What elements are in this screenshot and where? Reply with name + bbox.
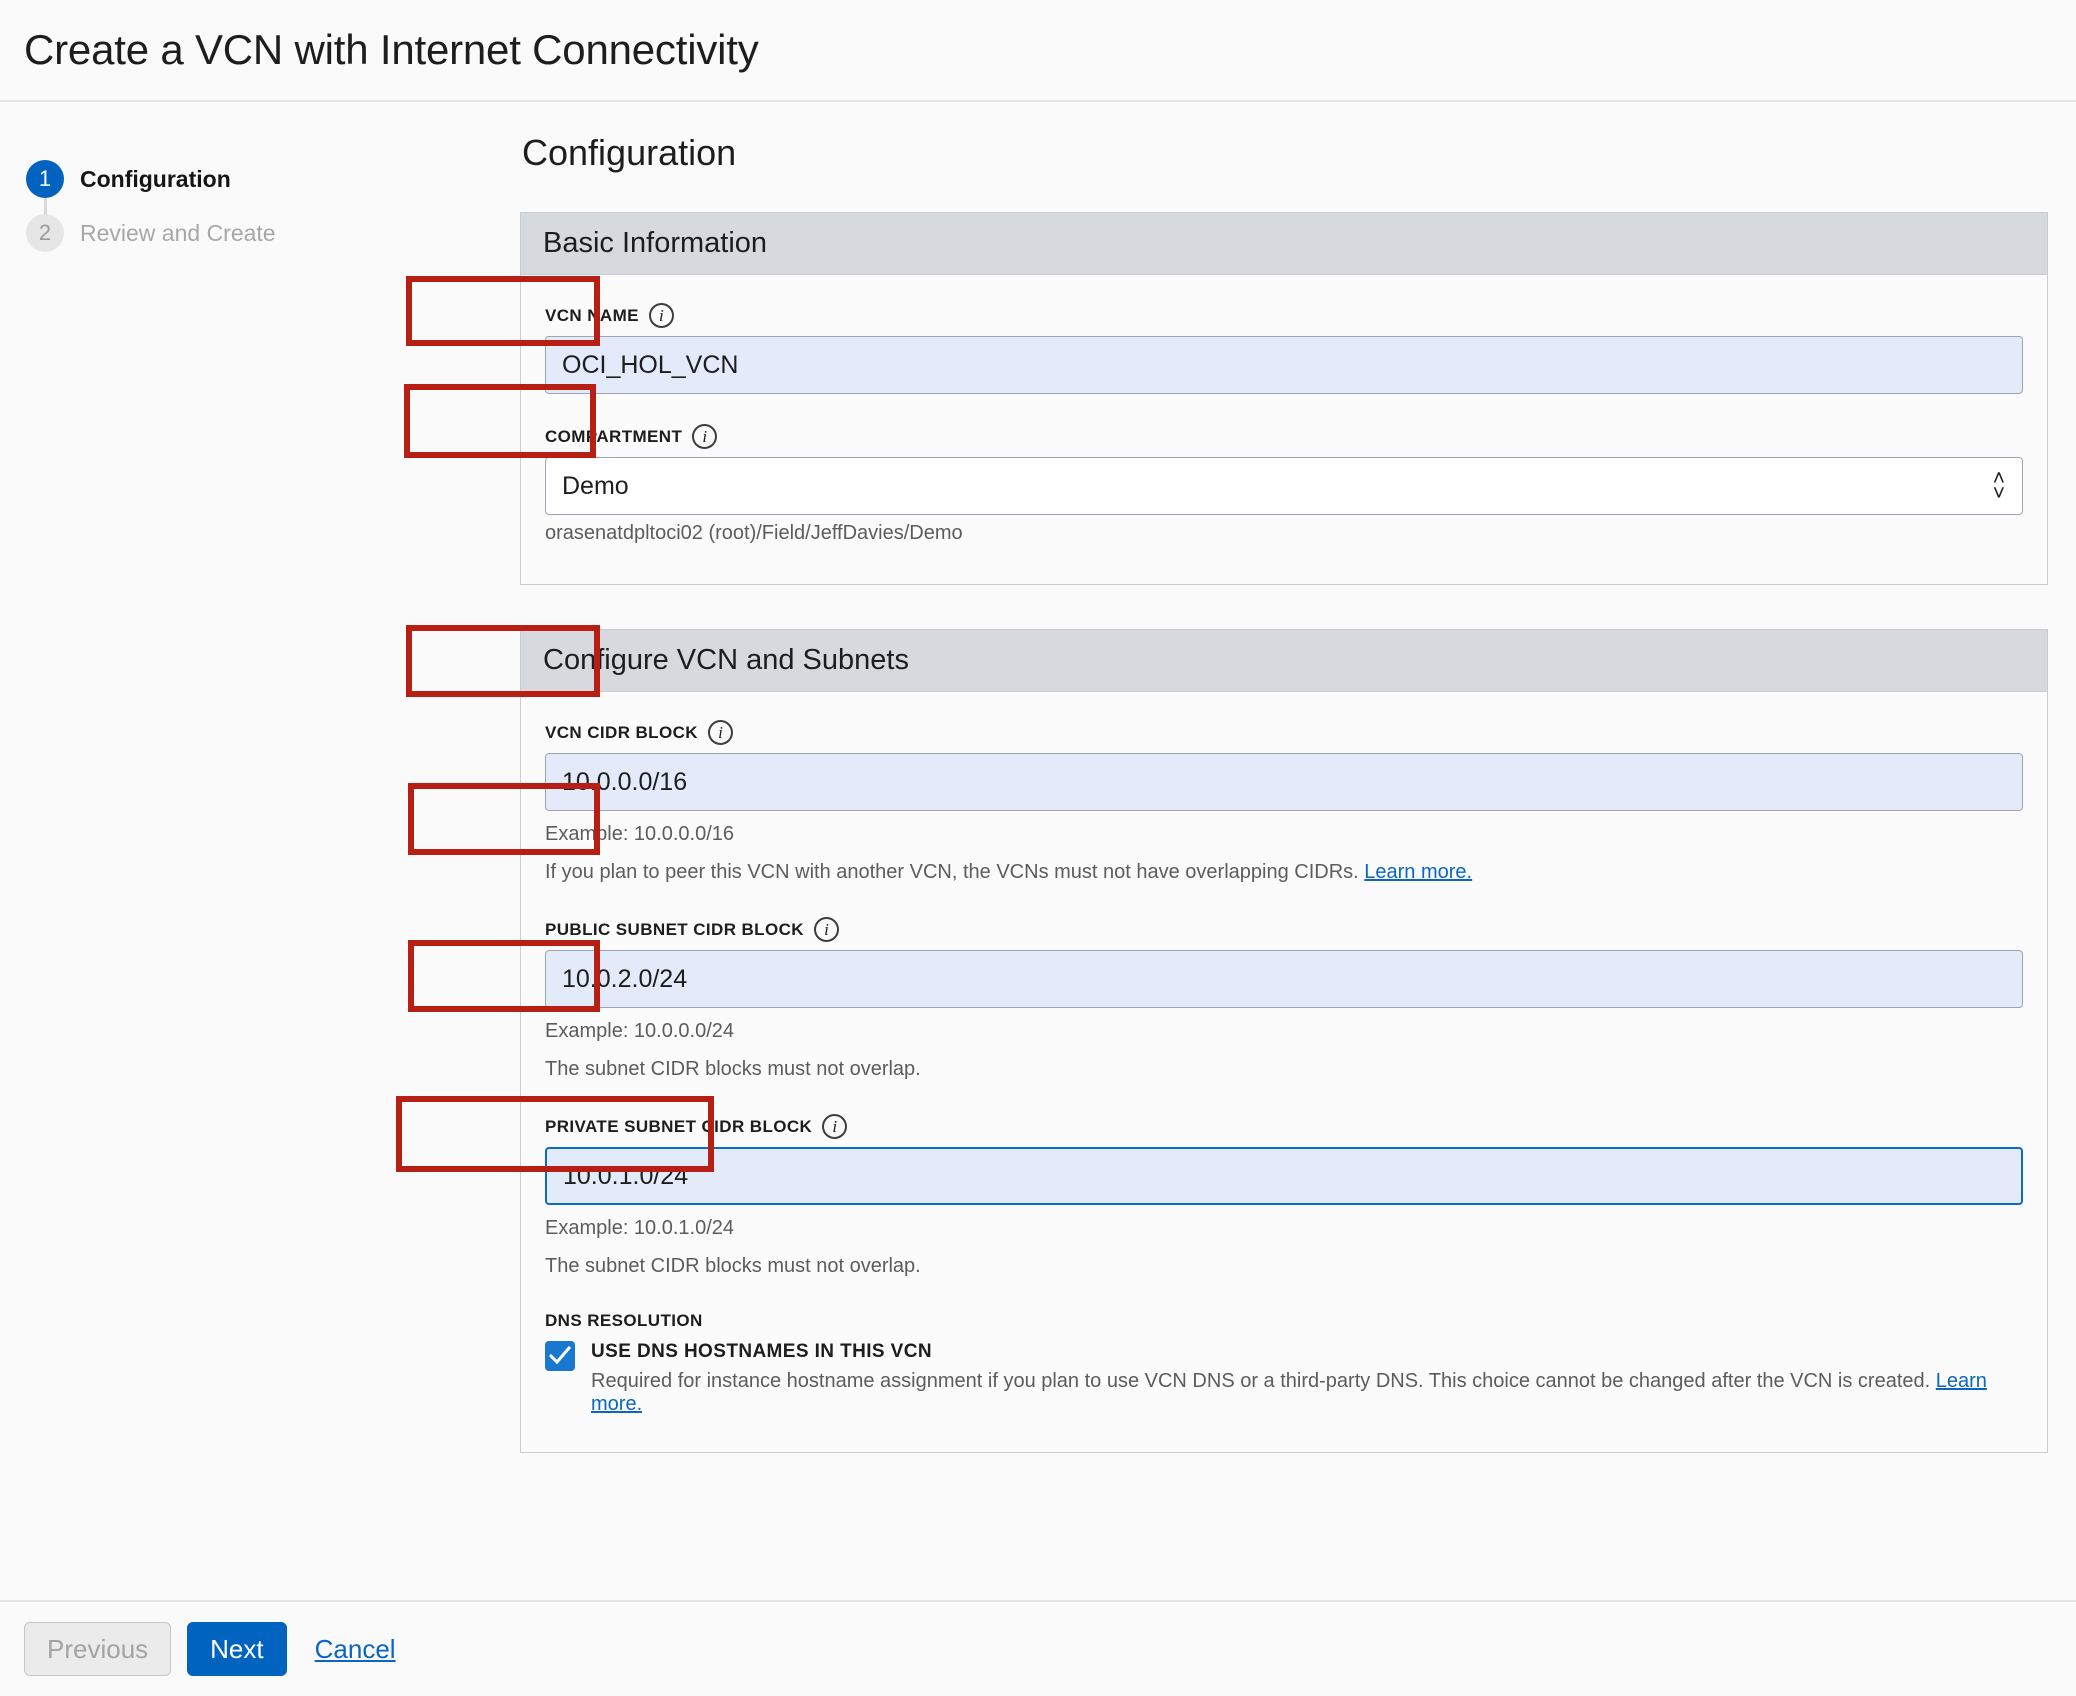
label-private-subnet-cidr-block: PRIVATE SUBNET CIDR BLOCK [545,1117,812,1137]
field-label-row-private-subnet: PRIVATE SUBNET CIDR BLOCK i [545,1114,2023,1139]
info-icon[interactable]: i [814,917,839,942]
label-vcn-cidr-block: VCN CIDR BLOCK [545,723,698,743]
helper-public-subnet-note: The subnet CIDR blocks must not overlap. [545,1055,2023,1084]
field-vcn-cidr-block: VCN CIDR BLOCK i 10.0.0.0/16 Example: 10… [545,720,2023,887]
wizard-body: 1 Configuration 2 Review and Create Conf… [0,102,2076,1602]
field-private-subnet-cidr-block: PRIVATE SUBNET CIDR BLOCK i 10.0.1.0/24 … [545,1114,2023,1281]
checkbox-texts: USE DNS HOSTNAMES IN THIS VCN Required f… [591,1339,2023,1416]
next-button[interactable]: Next [187,1622,286,1676]
title-bar: Create a VCN with Internet Connectivity [0,0,2076,102]
label-vcn-name: VCN NAME [545,306,639,326]
info-icon[interactable]: i [649,303,674,328]
helper-private-subnet-example: Example: 10.0.1.0/24 [545,1214,2023,1243]
panel-basic-information: Basic Information VCN NAME i OCI_HOL_VCN… [520,212,2048,585]
field-vcn-name: VCN NAME i OCI_HOL_VCN [545,303,2023,394]
main-content: Configuration Basic Information VCN NAME… [520,102,2076,1602]
step-number-badge-1: 1 [26,160,64,198]
input-private-subnet-cidr-block[interactable]: 10.0.1.0/24 [545,1147,2023,1205]
section-heading-configuration: Configuration [520,132,2048,174]
learn-more-link-vcn-cidr[interactable]: Learn more. [1364,861,1472,883]
helper-vcn-cidr-note-text: If you plan to peer this VCN with anothe… [545,861,1359,883]
checkbox-description-text: Required for instance hostname assignmen… [591,1370,1930,1392]
panel-configure-vcn-and-subnets: Configure VCN and Subnets VCN CIDR BLOCK… [520,629,2048,1453]
select-compartment[interactable]: Demo [545,457,2023,515]
info-icon[interactable]: i [708,720,733,745]
checkbox-row-use-dns-hostnames[interactable]: USE DNS HOSTNAMES IN THIS VCN Required f… [545,1339,2023,1416]
chevron-updown-icon[interactable]: ˄ ˅ [1993,471,2005,501]
label-compartment: COMPARTMENT [545,427,682,447]
field-label-row-vcn-cidr: VCN CIDR BLOCK i [545,720,2023,745]
compartment-path: orasenatdpltoci02 (root)/Field/JeffDavie… [545,519,2023,548]
helper-public-subnet-example: Example: 10.0.0.0/24 [545,1017,2023,1046]
field-label-row-dns-resolution: DNS RESOLUTION [545,1311,2023,1331]
checkmark-icon [549,1346,571,1366]
wizard-step-configuration[interactable]: 1 Configuration [26,152,520,206]
panel-body-basic-information: VCN NAME i OCI_HOL_VCN COMPARTMENT i Dem… [521,275,2047,584]
field-dns-resolution: DNS RESOLUTION USE DNS HOSTNAMES IN THIS… [545,1311,2023,1416]
previous-button[interactable]: Previous [24,1622,171,1676]
checkbox-label-use-dns-hostnames: USE DNS HOSTNAMES IN THIS VCN [591,1339,2023,1363]
input-vcn-cidr-block[interactable]: 10.0.0.0/16 [545,753,2023,811]
field-label-row-compartment: COMPARTMENT i [545,424,2023,449]
field-public-subnet-cidr-block: PUBLIC SUBNET CIDR BLOCK i 10.0.2.0/24 E… [545,917,2023,1084]
input-vcn-name[interactable]: OCI_HOL_VCN [545,336,2023,394]
panel-header-basic-information: Basic Information [521,213,2047,275]
checkbox-use-dns-hostnames[interactable] [545,1341,575,1371]
label-public-subnet-cidr-block: PUBLIC SUBNET CIDR BLOCK [545,920,804,940]
panel-body-configure-vcn: VCN CIDR BLOCK i 10.0.0.0/16 Example: 10… [521,692,2047,1452]
select-wrap-compartment: Demo ˄ ˅ [545,457,2023,515]
wizard-step-review-and-create[interactable]: 2 Review and Create [26,206,520,260]
page-title: Create a VCN with Internet Connectivity [24,26,759,74]
checkbox-description-dns: Required for instance hostname assignmen… [591,1370,2023,1416]
helper-private-subnet-note: The subnet CIDR blocks must not overlap. [545,1252,2023,1281]
step-label-configuration: Configuration [80,166,231,193]
step-number-badge-2: 2 [26,214,64,252]
panel-header-configure-vcn: Configure VCN and Subnets [521,630,2047,692]
wizard-step-rail: 1 Configuration 2 Review and Create [0,102,520,1602]
step-label-review-and-create: Review and Create [80,220,276,247]
field-label-row-vcn-name: VCN NAME i [545,303,2023,328]
info-icon[interactable]: i [822,1114,847,1139]
label-dns-resolution: DNS RESOLUTION [545,1311,703,1331]
helper-vcn-cidr-note: If you plan to peer this VCN with anothe… [545,858,2023,887]
wizard-footer: Previous Next Cancel [0,1600,2076,1696]
info-icon[interactable]: i [692,424,717,449]
field-label-row-public-subnet: PUBLIC SUBNET CIDR BLOCK i [545,917,2023,942]
field-compartment: COMPARTMENT i Demo ˄ ˅ orasenatdpltoci02… [545,424,2023,548]
helper-vcn-cidr-example: Example: 10.0.0.0/16 [545,820,2023,849]
input-public-subnet-cidr-block[interactable]: 10.0.2.0/24 [545,950,2023,1008]
chevron-down-icon: ˅ [1993,486,2005,501]
cancel-link[interactable]: Cancel [315,1634,396,1665]
